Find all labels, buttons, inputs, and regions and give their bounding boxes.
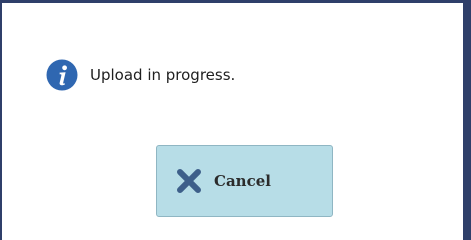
- dialog-message: Upload in progress.: [90, 66, 236, 84]
- upload-progress-dialog: Upload in progress. Cancel: [0, 0, 471, 240]
- cancel-button-label: Cancel: [214, 172, 271, 190]
- cancel-button[interactable]: Cancel: [156, 145, 333, 217]
- dialog-frame-right: [463, 0, 471, 240]
- dialog-frame-top: [0, 0, 471, 3]
- dialog-frame-left: [0, 0, 2, 240]
- info-icon: [46, 59, 78, 91]
- close-x-icon: [177, 169, 201, 193]
- dialog-message-row: Upload in progress.: [46, 59, 235, 91]
